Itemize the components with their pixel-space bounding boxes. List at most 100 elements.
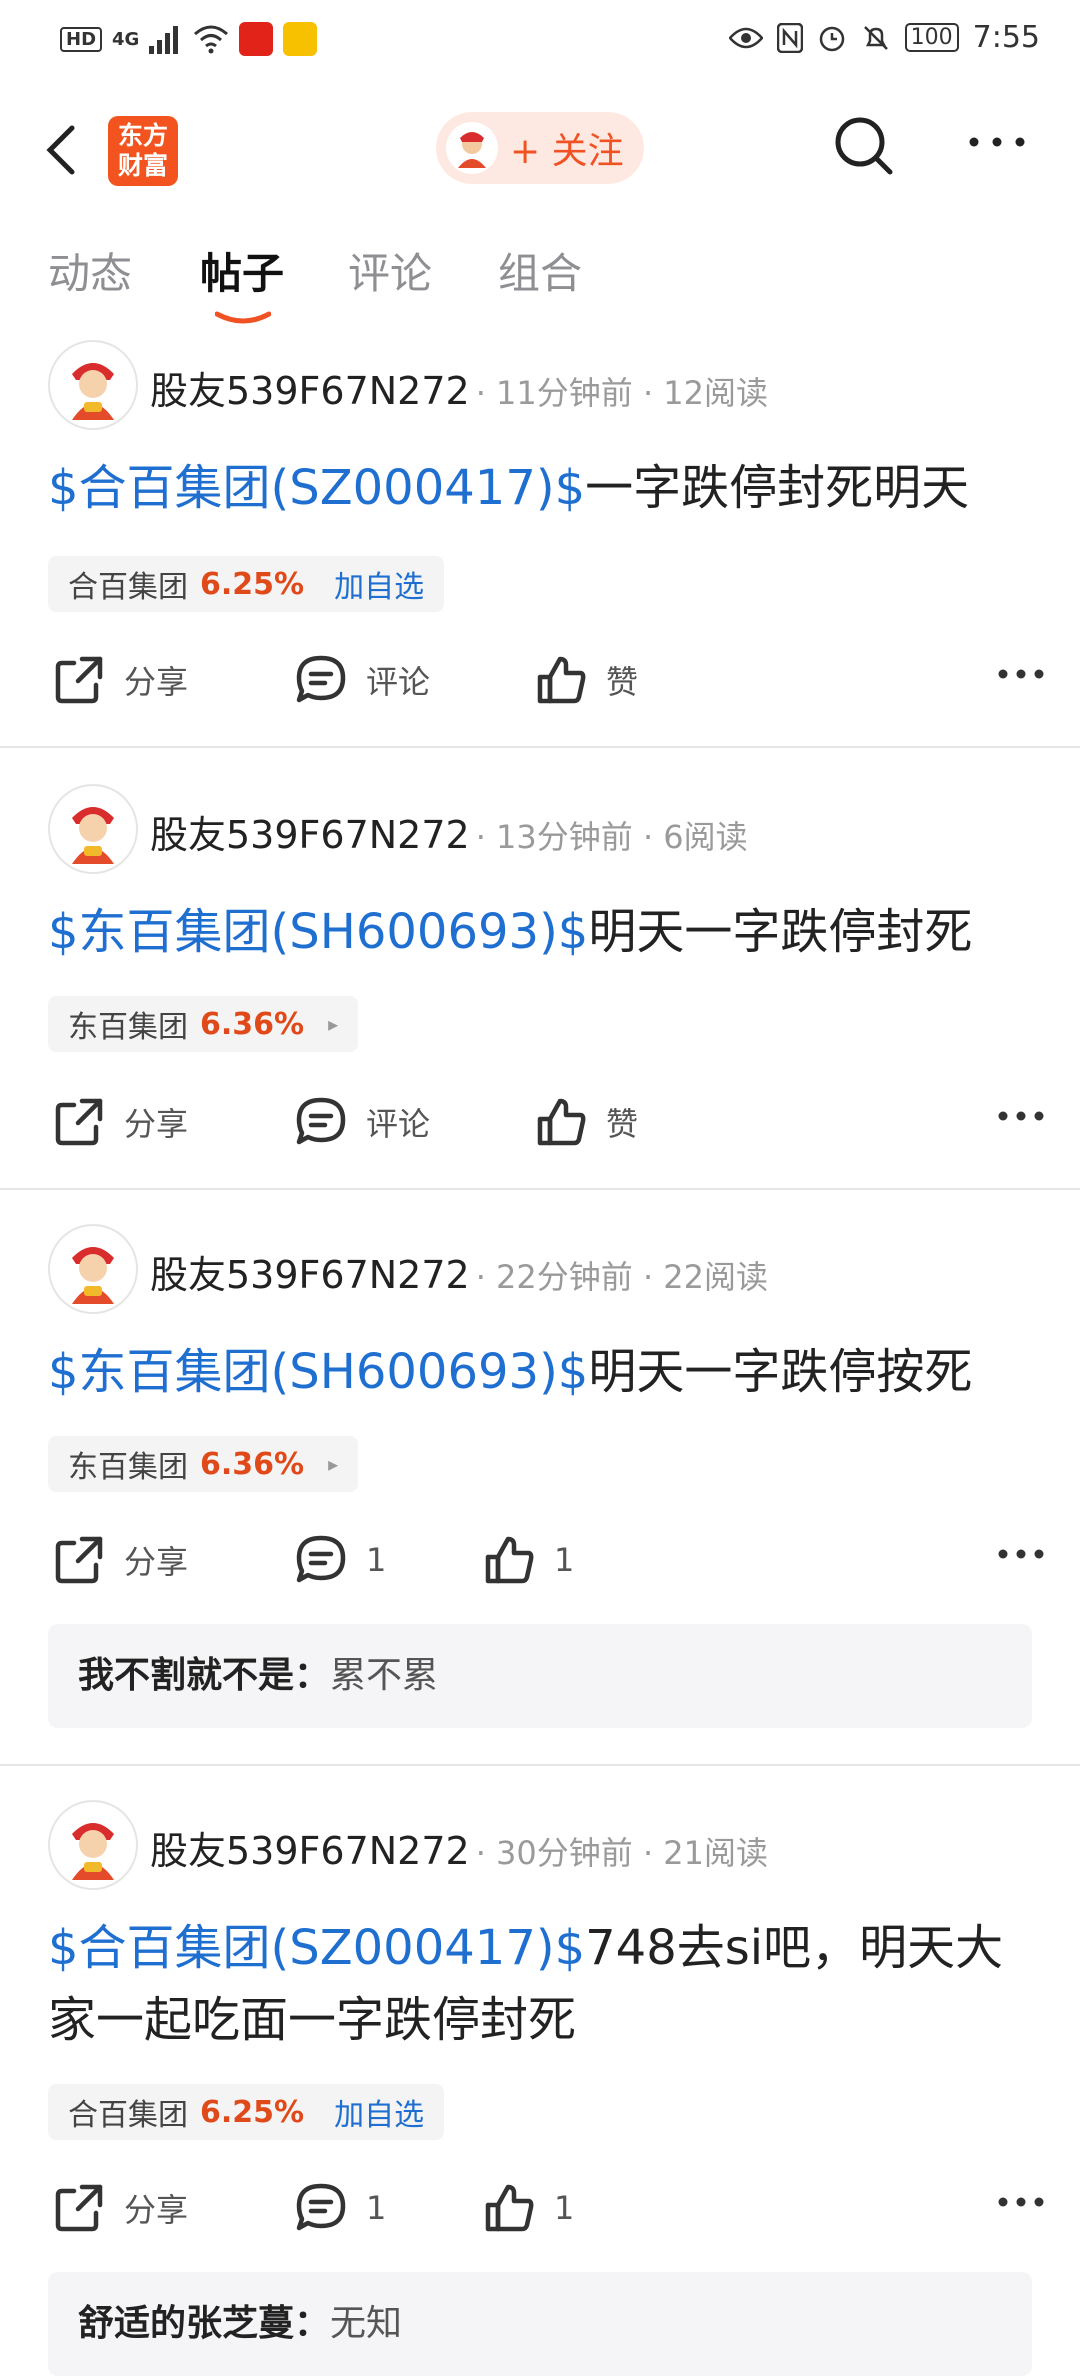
mute-bell-icon bbox=[863, 25, 888, 50]
app-logo: 东方 财富 bbox=[108, 116, 178, 186]
back-icon[interactable] bbox=[42, 120, 82, 180]
user-avatar-small bbox=[446, 122, 498, 174]
search-icon[interactable] bbox=[828, 110, 900, 182]
stock-percent: 6.36% bbox=[200, 1446, 305, 1482]
nfc-icon bbox=[776, 22, 803, 53]
share-icon bbox=[55, 2184, 103, 2232]
comment-button[interactable]: 1 bbox=[294, 1530, 386, 1590]
like-button[interactable]: 赞 bbox=[534, 650, 638, 710]
stock-tag[interactable]: $东百集团(SH600693)$ bbox=[48, 1344, 588, 1400]
status-time: 7:55 bbox=[972, 20, 1040, 55]
post-content[interactable]: $合百集团(SZ000417)$一字跌停封死明天 bbox=[48, 452, 1038, 524]
username[interactable]: 股友539F67N272 bbox=[150, 369, 470, 413]
share-button[interactable]: 分享 bbox=[52, 2178, 188, 2238]
divider bbox=[0, 1188, 1080, 1190]
stock-tag[interactable]: $合百集团(SZ000417)$ bbox=[48, 1920, 585, 1976]
post-actions: 分享 评论 赞 bbox=[0, 650, 1080, 710]
profile-header: 东方 财富 + 关注 bbox=[0, 100, 1080, 200]
like-button[interactable]: 赞 bbox=[534, 1092, 638, 1152]
stock-tag[interactable]: $东百集团(SH600693)$ bbox=[48, 904, 588, 960]
comment-icon bbox=[296, 655, 346, 703]
comment-author[interactable]: 舒适的张芝蔓： bbox=[78, 2303, 330, 2344]
signal-icon bbox=[149, 26, 179, 54]
comment-icon bbox=[296, 1535, 346, 1583]
comment-text: 无知 bbox=[330, 2303, 403, 2344]
thumbs-up-icon bbox=[485, 2184, 534, 2232]
stock-name: 东百集团 bbox=[68, 1010, 188, 1045]
post-text: 明天一字跌停封死 bbox=[588, 904, 973, 960]
stock-name: 合百集团 bbox=[68, 2098, 188, 2133]
post-more-icon[interactable] bbox=[998, 1548, 1044, 1560]
username[interactable]: 股友539F67N272 bbox=[150, 813, 470, 857]
follow-button[interactable]: + 关注 bbox=[436, 112, 644, 184]
tab-posts[interactable]: 帖子 bbox=[200, 240, 284, 301]
like-button[interactable]: 1 bbox=[482, 2178, 574, 2238]
post-more-icon[interactable] bbox=[998, 668, 1044, 680]
stock-chip[interactable]: 合百集团 6.25% 加自选 bbox=[48, 2084, 445, 2140]
post-actions: 分享 1 1 bbox=[0, 2178, 1080, 2238]
stock-chip[interactable]: 东百集团 6.36% ▸ bbox=[48, 1436, 359, 1492]
eye-icon bbox=[728, 27, 763, 48]
post-meta: 股友539F67N272 · 13分钟前 · 6阅读 bbox=[150, 804, 748, 859]
post-more-icon[interactable] bbox=[998, 1110, 1044, 1122]
post-meta: 股友539F67N272 · 22分钟前 · 22阅读 bbox=[150, 1244, 768, 1299]
comment-preview[interactable]: 我不割就不是：累不累 bbox=[48, 1624, 1032, 1728]
comment-author[interactable]: 我不割就不是： bbox=[78, 1655, 330, 1696]
stock-tag[interactable]: $合百集团(SZ000417)$ bbox=[48, 460, 585, 516]
status-bar: HD 4G 100 7:55 bbox=[0, 0, 1080, 80]
post-info: · 11分钟前 · 12阅读 bbox=[475, 374, 769, 412]
follow-label: + 关注 bbox=[510, 131, 624, 172]
stock-chip[interactable]: 东百集团 6.36% ▸ bbox=[48, 996, 359, 1052]
post-content[interactable]: $东百集团(SH600693)$明天一字跌停封死 bbox=[48, 896, 1038, 968]
username[interactable]: 股友539F67N272 bbox=[150, 1253, 470, 1297]
share-icon bbox=[55, 1536, 103, 1584]
avatar[interactable] bbox=[48, 1800, 138, 1890]
post-meta: 股友539F67N272 · 30分钟前 · 21阅读 bbox=[150, 1820, 768, 1875]
tab-portfolio[interactable]: 组合 bbox=[498, 240, 582, 301]
thumbs-up-icon bbox=[537, 1098, 586, 1146]
comment-preview[interactable]: 舒适的张芝蔓：无知 bbox=[48, 2272, 1032, 2376]
avatar[interactable] bbox=[48, 784, 138, 874]
stock-percent: 6.25% bbox=[200, 566, 305, 602]
comment-icon bbox=[296, 1097, 346, 1145]
username[interactable]: 股友539F67N272 bbox=[150, 1829, 470, 1873]
share-button[interactable]: 分享 bbox=[52, 650, 188, 710]
comment-button[interactable]: 评论 bbox=[294, 1092, 430, 1152]
expand-arrow-icon[interactable]: ▸ bbox=[328, 1012, 338, 1036]
tab-dynamics[interactable]: 动态 bbox=[48, 240, 132, 301]
share-button[interactable]: 分享 bbox=[52, 1530, 188, 1590]
comment-icon bbox=[296, 2183, 346, 2231]
comment-button[interactable]: 1 bbox=[294, 2178, 386, 2238]
add-watchlist-button[interactable]: 加自选 bbox=[334, 562, 424, 606]
signal-label: 4G bbox=[112, 28, 140, 50]
add-watchlist-button[interactable]: 加自选 bbox=[334, 2090, 424, 2134]
share-icon bbox=[55, 1098, 103, 1146]
stock-chip[interactable]: 合百集团 6.25% 加自选 bbox=[48, 556, 445, 612]
stock-percent: 6.36% bbox=[200, 1006, 305, 1042]
comment-button[interactable]: 评论 bbox=[294, 650, 430, 710]
post-content[interactable]: $东百集团(SH600693)$明天一字跌停按死 bbox=[48, 1336, 1038, 1408]
post-info: · 22分钟前 · 22阅读 bbox=[475, 1258, 769, 1296]
app-notification-icon bbox=[239, 22, 274, 56]
post-text: 一字跌停封死明天 bbox=[585, 460, 970, 516]
post-info: · 30分钟前 · 21阅读 bbox=[475, 1834, 769, 1872]
thumbs-up-icon bbox=[537, 656, 586, 704]
share-button[interactable]: 分享 bbox=[52, 1092, 188, 1152]
alarm-icon bbox=[819, 26, 844, 51]
like-button[interactable]: 1 bbox=[482, 1530, 574, 1590]
divider bbox=[0, 1764, 1080, 1766]
more-icon[interactable] bbox=[966, 132, 1028, 152]
thumbs-up-icon bbox=[485, 1536, 534, 1584]
post-actions: 分享 评论 赞 bbox=[0, 1092, 1080, 1152]
post-info: · 13分钟前 · 6阅读 bbox=[475, 818, 748, 856]
avatar[interactable] bbox=[48, 340, 138, 430]
comment-text: 累不累 bbox=[330, 1655, 439, 1696]
hd-badge: HD bbox=[60, 26, 103, 52]
divider bbox=[0, 746, 1080, 748]
stock-name: 东百集团 bbox=[68, 1450, 188, 1485]
post-more-icon[interactable] bbox=[998, 2196, 1044, 2208]
post-content[interactable]: $合百集团(SZ000417)$748去si吧，明天大家一起吃面一字跌停封死 bbox=[48, 1912, 1038, 2056]
tab-comments[interactable]: 评论 bbox=[348, 240, 432, 301]
avatar[interactable] bbox=[48, 1224, 138, 1314]
expand-arrow-icon[interactable]: ▸ bbox=[328, 1452, 338, 1476]
